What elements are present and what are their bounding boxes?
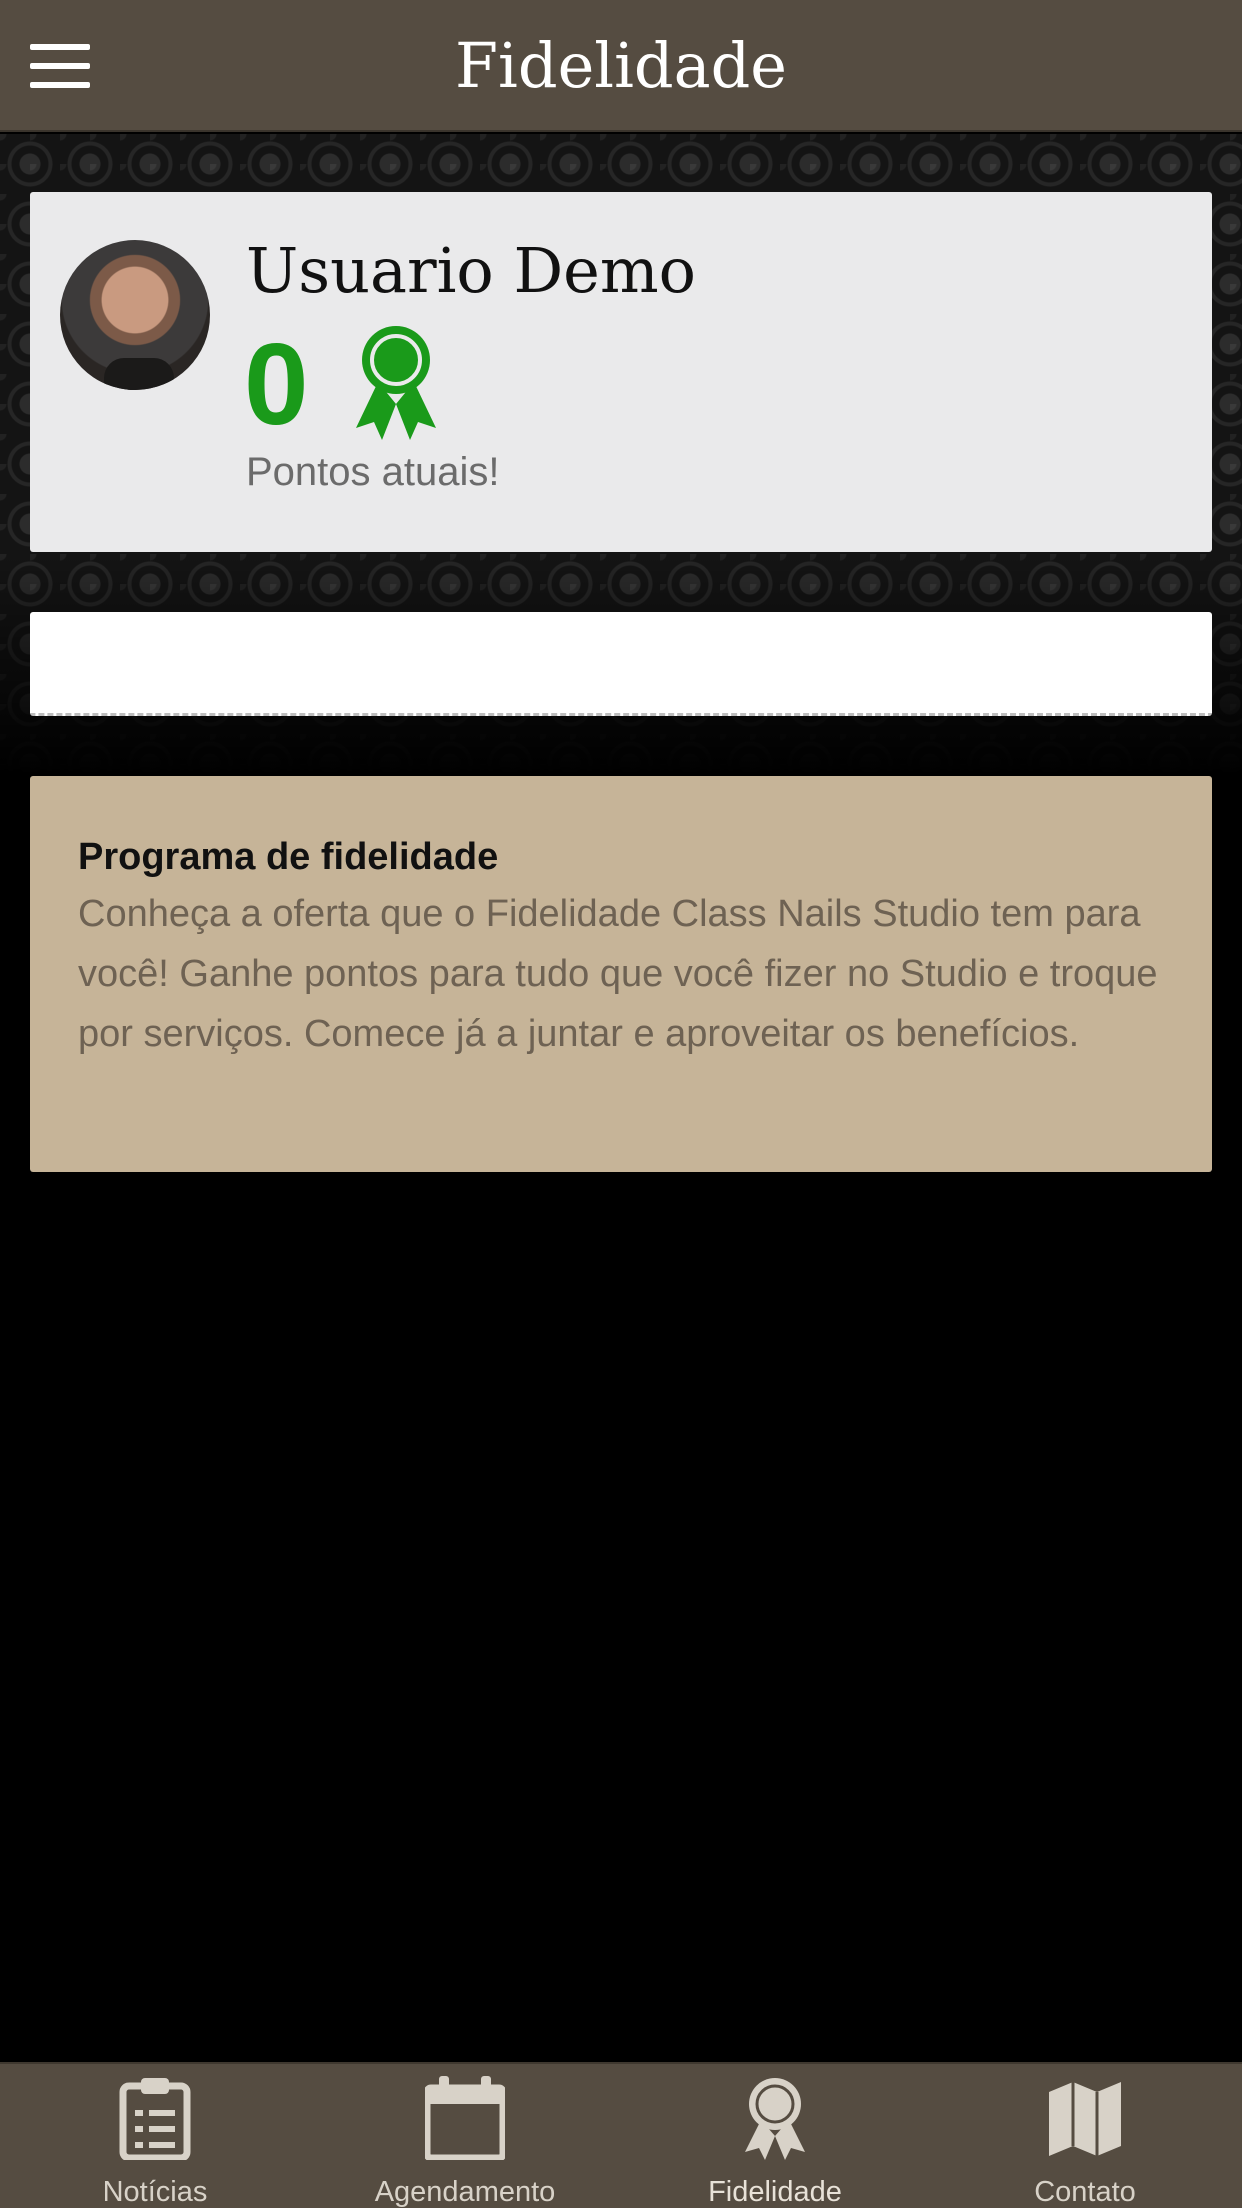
- bottom-tab-bar: Notícias Agendamento Fidelidade Contato: [0, 2062, 1242, 2208]
- points-value: 0: [244, 319, 309, 449]
- tab-label: Fidelidade: [708, 2176, 842, 2208]
- tab-noticias[interactable]: Notícias: [0, 2064, 310, 2208]
- award-icon: [745, 2078, 805, 2160]
- calendar-icon: [425, 2076, 505, 2160]
- points-label: Pontos atuais!: [246, 450, 500, 494]
- page-title: Fidelidade: [455, 29, 787, 102]
- loyalty-info-card: Programa de fidelidade Conheça a oferta …: [30, 776, 1212, 1172]
- avatar: [60, 240, 210, 390]
- profile-card: Usuario Demo 0 Pontos atuais!: [30, 192, 1212, 552]
- user-name: Usuario Demo: [246, 234, 696, 307]
- clipboard-icon: [119, 2078, 191, 2160]
- top-bar: Fidelidade: [0, 0, 1242, 132]
- tab-contato[interactable]: Contato: [930, 2064, 1240, 2208]
- award-ribbon-icon: [356, 326, 436, 440]
- empty-content-card: [30, 612, 1212, 716]
- tab-label: Notícias: [102, 2176, 208, 2208]
- info-text: Conheça a oferta que o Fidelidade Class …: [78, 893, 1158, 1055]
- tab-fidelidade[interactable]: Fidelidade: [620, 2064, 930, 2208]
- tab-agendamento[interactable]: Agendamento: [310, 2064, 620, 2208]
- info-title: Programa de fidelidade: [78, 836, 499, 878]
- map-icon: [1049, 2082, 1121, 2156]
- tab-label: Contato: [1034, 2176, 1136, 2208]
- tab-label: Agendamento: [374, 2176, 556, 2208]
